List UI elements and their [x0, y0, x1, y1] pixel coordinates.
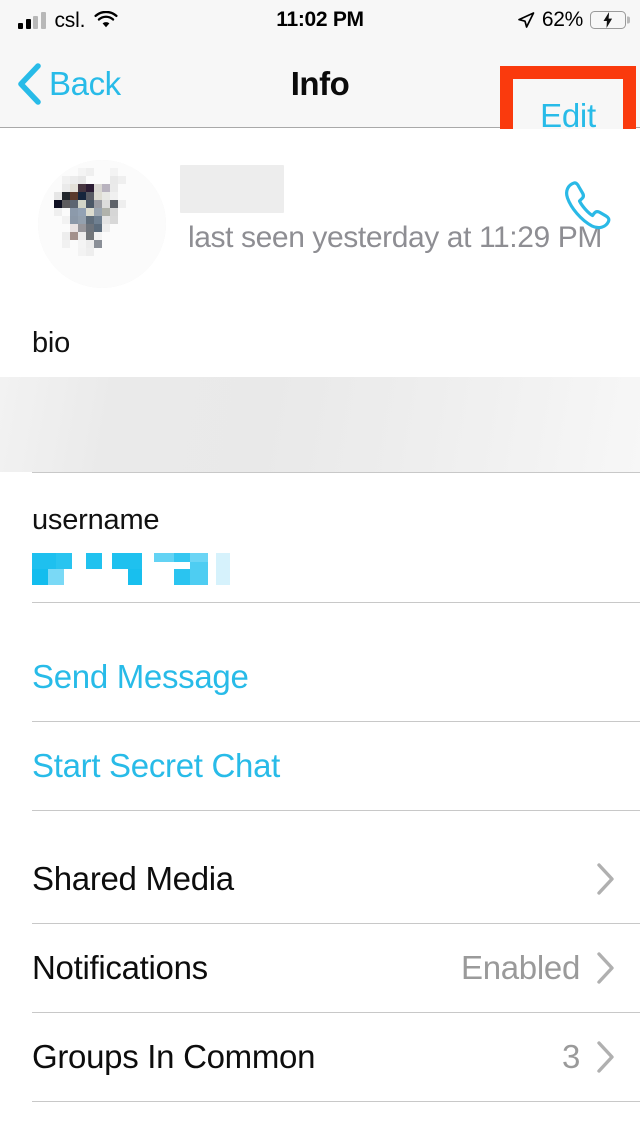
contact-name-redacted: [180, 165, 284, 213]
phone-icon[interactable]: [558, 177, 616, 235]
username-label: username: [32, 504, 160, 536]
notifications-row[interactable]: Notifications Enabled: [0, 924, 640, 1012]
last-seen-status: last seen yesterday at 11:29 PM: [188, 221, 602, 254]
username-value-redacted[interactable]: [32, 553, 230, 585]
status-bar-right: 62%: [517, 8, 626, 32]
avatar-pixelated[interactable]: [38, 160, 166, 288]
status-bar: csl. 11:02 PM 62%: [0, 0, 640, 40]
profile-header: last seen yesterday at 11:29 PM: [0, 129, 640, 319]
battery-percentage: 62%: [541, 8, 583, 31]
chevron-right-icon: [596, 1040, 616, 1074]
chevron-right-icon: [596, 862, 616, 896]
notifications-value: Enabled: [460, 949, 580, 986]
start-secret-chat-label: Start Secret Chat: [32, 747, 281, 784]
bio-value-redacted[interactable]: [0, 377, 640, 472]
groups-in-common-label: Groups In Common: [32, 1038, 316, 1075]
bio-label: bio: [32, 327, 71, 359]
content-area: last seen yesterday at 11:29 PM bio user…: [0, 129, 640, 1102]
shared-media-label: Shared Media: [32, 860, 234, 897]
battery-charging-icon: [590, 11, 626, 29]
navigation-bar: Back Info Edit: [0, 40, 640, 166]
send-message-label: Send Message: [32, 658, 249, 695]
groups-in-common-row[interactable]: Groups In Common 3: [0, 1013, 640, 1101]
separator: [32, 602, 640, 603]
username-section: username: [0, 473, 640, 603]
telegram-contact-info-screen: csl. 11:02 PM 62% Back Info Edit last se…: [0, 0, 640, 1136]
notifications-label: Notifications: [32, 949, 208, 986]
location-arrow-icon: [517, 11, 535, 29]
start-secret-chat-row[interactable]: Start Secret Chat: [0, 722, 640, 810]
bio-section: bio: [0, 319, 640, 473]
groups-in-common-value: 3: [561, 1038, 580, 1075]
chevron-right-icon: [596, 951, 616, 985]
send-message-row[interactable]: Send Message: [0, 633, 640, 721]
separator: [32, 1101, 640, 1102]
shared-media-row[interactable]: Shared Media: [0, 835, 640, 923]
